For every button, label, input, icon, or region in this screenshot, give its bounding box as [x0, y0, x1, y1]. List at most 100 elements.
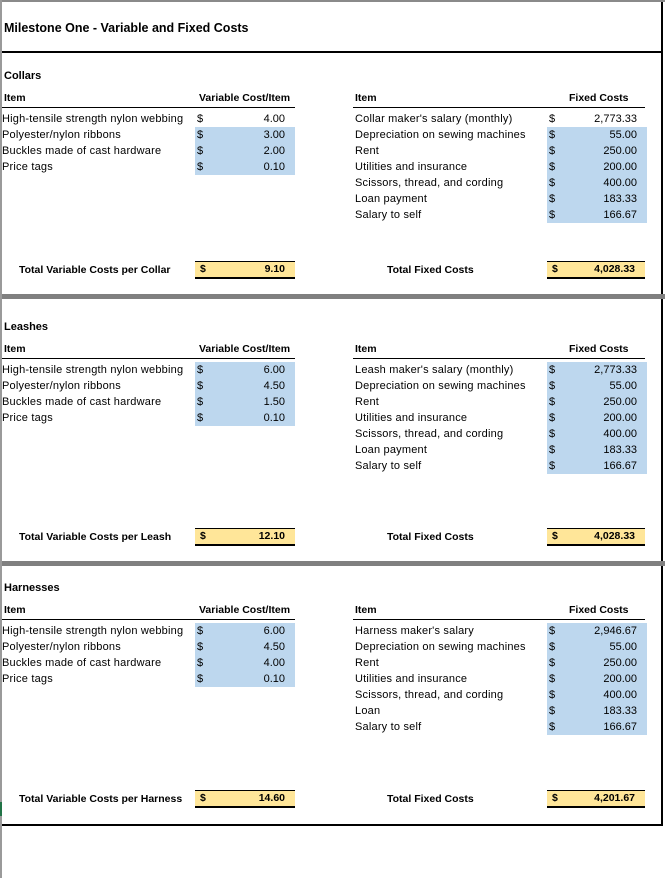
table-row: Scissors, thread, and cording $400.00 [355, 175, 655, 191]
item-label: Loan payment [355, 444, 428, 456]
currency-symbol: $ [197, 129, 204, 141]
fixed-cost-cell[interactable]: $55.00 [547, 127, 647, 143]
fixed-cost-table: Leash maker's salary (monthly) $2,773.33 D… [355, 362, 655, 474]
table-row: Loan payment $183.33 [355, 442, 655, 458]
fixed-cost-cell[interactable]: $55.00 [547, 378, 647, 394]
title-divider [2, 51, 661, 53]
amount: 166.67 [603, 721, 637, 733]
fixed-cost-table: Harness maker's salary $2,946.67 Depreciat… [355, 623, 655, 735]
fixed-cost-cell[interactable]: $400.00 [547, 426, 647, 442]
variable-cost-cell[interactable]: $1.50 [195, 394, 295, 410]
fixed-cost-header: Fixed Costs [569, 343, 629, 355]
variable-item-header: Item [4, 92, 26, 104]
total-variable-cell[interactable]: $12.10 [195, 528, 295, 546]
total-fixed-cell[interactable]: $4,201.67 [547, 790, 645, 808]
fixed-cost-cell[interactable]: $200.00 [547, 159, 647, 175]
amount: 4.00 [263, 113, 285, 125]
table-row: Polyester/nylon ribbons $4.50 [2, 378, 302, 394]
section-title: Leashes [4, 321, 49, 333]
fixed-cost-cell[interactable]: $55.00 [547, 639, 647, 655]
currency-symbol: $ [200, 792, 206, 804]
currency-symbol: $ [549, 412, 556, 424]
currency-symbol: $ [197, 113, 204, 125]
variable-cost-cell[interactable]: $0.10 [195, 410, 295, 426]
section-separator [2, 294, 665, 299]
item-label: Scissors, thread, and cording [355, 428, 504, 440]
item-label: Rent [355, 145, 380, 157]
fixed-cost-cell[interactable]: $183.33 [547, 703, 647, 719]
currency-symbol: $ [549, 689, 556, 701]
total-variable-cell[interactable]: $9.10 [195, 261, 295, 279]
fixed-cost-cell[interactable]: $183.33 [547, 442, 647, 458]
fixed-cost-cell[interactable]: $200.00 [547, 410, 647, 426]
variable-cost-table: High-tensile strength nylon webbing $6.00… [2, 362, 302, 426]
currency-symbol: $ [197, 364, 204, 376]
currency-symbol: $ [197, 145, 204, 157]
currency-symbol: $ [549, 444, 556, 456]
table-row: Rent $250.00 [355, 143, 655, 159]
fixed-cost-cell[interactable]: $166.67 [547, 719, 647, 735]
currency-symbol: $ [197, 657, 204, 669]
fixed-cost-cell[interactable]: $2,946.67 [547, 623, 647, 639]
variable-cost-cell[interactable]: $4.50 [195, 639, 295, 655]
variable-cost-cell[interactable]: $0.10 [195, 671, 295, 687]
currency-symbol: $ [197, 673, 204, 685]
variable-item-header: Item [4, 343, 26, 355]
fixed-cost-cell[interactable]: $400.00 [547, 175, 647, 191]
amount: 4.50 [263, 641, 285, 653]
fixed-cost-cell[interactable]: $166.67 [547, 458, 647, 474]
fixed-item-header: Item [355, 343, 377, 355]
table-row: Polyester/nylon ribbons $3.00 [2, 127, 302, 143]
spreadsheet-area: Milestone One - Variable and Fixed Costs… [2, 2, 665, 826]
item-label: Polyester/nylon ribbons [2, 641, 121, 653]
variable-cost-cell[interactable]: $3.00 [195, 127, 295, 143]
header-underline [353, 358, 645, 359]
item-label: Buckles made of cast hardware [2, 396, 162, 408]
amount: 0.10 [263, 673, 285, 685]
table-row: Price tags $0.10 [2, 671, 302, 687]
variable-item-header: Item [4, 604, 26, 616]
fixed-cost-cell[interactable]: $183.33 [547, 191, 647, 207]
fixed-cost-header: Fixed Costs [569, 92, 629, 104]
fixed-cost-cell[interactable]: $400.00 [547, 687, 647, 703]
total-fixed-value: 4,028.33 [594, 263, 635, 275]
total-fixed-cell[interactable]: $4,028.33 [547, 528, 645, 546]
section-separator [2, 561, 665, 566]
fixed-cost-cell[interactable]: $2,773.33 [547, 111, 647, 127]
table-row: High-tensile strength nylon webbing $6.00 [2, 623, 302, 639]
variable-cost-cell[interactable]: $6.00 [195, 362, 295, 378]
item-label: High-tensile strength nylon webbing [2, 113, 184, 125]
variable-cost-cell[interactable]: $6.00 [195, 623, 295, 639]
page-title: Milestone One - Variable and Fixed Costs [4, 21, 249, 35]
fixed-cost-cell[interactable]: $250.00 [547, 143, 647, 159]
variable-cost-cell[interactable]: $0.10 [195, 159, 295, 175]
fixed-cost-cell[interactable]: $250.00 [547, 394, 647, 410]
item-label: Polyester/nylon ribbons [2, 380, 121, 392]
amount: 4.50 [263, 380, 285, 392]
fixed-cost-cell[interactable]: $250.00 [547, 655, 647, 671]
currency-symbol: $ [552, 792, 558, 804]
fixed-cost-cell[interactable]: $200.00 [547, 671, 647, 687]
item-label: Buckles made of cast hardware [2, 145, 162, 157]
fixed-cost-table: Collar maker's salary (monthly) $2,773.33… [355, 111, 655, 223]
variable-cost-cell[interactable]: $4.00 [195, 655, 295, 671]
table-row: Price tags $0.10 [2, 159, 302, 175]
currency-symbol: $ [549, 428, 556, 440]
total-variable-value: 14.60 [258, 792, 285, 804]
amount: 2,773.33 [594, 364, 637, 376]
item-label: Price tags [2, 161, 53, 173]
table-row: Utilities and insurance $200.00 [355, 671, 655, 687]
total-fixed-cell[interactable]: $4,028.33 [547, 261, 645, 279]
variable-cost-cell[interactable]: $4.00 [195, 111, 295, 127]
total-variable-value: 12.10 [258, 530, 285, 542]
item-label: Utilities and insurance [355, 161, 468, 173]
total-fixed-value: 4,028.33 [594, 530, 635, 542]
variable-cost-cell[interactable]: $2.00 [195, 143, 295, 159]
currency-symbol: $ [549, 380, 556, 392]
fixed-cost-cell[interactable]: $2,773.33 [547, 362, 647, 378]
variable-cost-cell[interactable]: $4.50 [195, 378, 295, 394]
fixed-cost-cell[interactable]: $166.67 [547, 207, 647, 223]
item-label: Price tags [2, 673, 53, 685]
amount: 2.00 [263, 145, 285, 157]
total-variable-cell[interactable]: $14.60 [195, 790, 295, 808]
